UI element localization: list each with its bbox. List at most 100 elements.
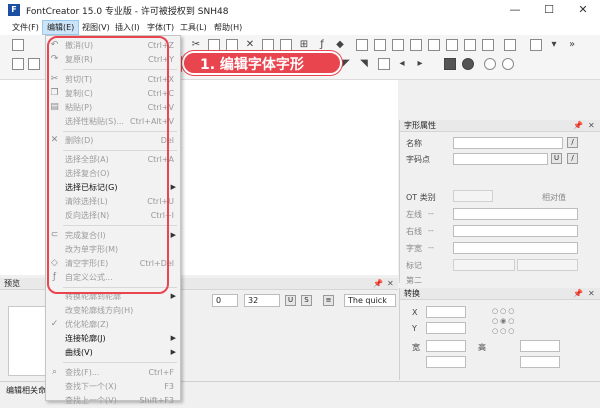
box-tool-icon[interactable] bbox=[446, 39, 458, 51]
new-file-icon[interactable] bbox=[12, 39, 24, 51]
x-field[interactable] bbox=[426, 306, 466, 318]
unicode-button[interactable]: U bbox=[551, 153, 562, 164]
mark-select-2[interactable] bbox=[517, 259, 578, 271]
codepoint-field[interactable] bbox=[453, 153, 548, 165]
pin-icon[interactable]: 📌 bbox=[573, 120, 583, 132]
transform-close-icon[interactable]: ✕ bbox=[588, 288, 595, 300]
codepoint-label: 字码点 bbox=[406, 155, 430, 164]
paste-tool-icon[interactable] bbox=[226, 39, 238, 51]
p-tool-icon[interactable] bbox=[356, 39, 368, 51]
image-tool-icon[interactable] bbox=[374, 39, 386, 51]
menu-insert[interactable]: 插入(I) bbox=[111, 20, 144, 35]
grid-tool-icon[interactable] bbox=[262, 39, 274, 51]
maximize-button[interactable]: ☐ bbox=[532, 0, 566, 20]
menu-item-optimize-contour[interactable]: ✓ 优化轮廓(Z) bbox=[46, 317, 180, 332]
arrow-left-icon[interactable]: ◂ bbox=[396, 58, 408, 70]
width-suffix: -- bbox=[428, 243, 434, 252]
mark-label: 标记 bbox=[406, 261, 422, 270]
rotate-field[interactable] bbox=[426, 356, 466, 368]
arrow-right-icon[interactable]: ▸ bbox=[414, 58, 426, 70]
preview-text-field[interactable]: The quick bbox=[344, 294, 396, 307]
menu-view[interactable]: 视图(V) bbox=[78, 20, 114, 35]
glyph-tool-icon[interactable]: ⊞ bbox=[298, 39, 310, 51]
right-label: 右线 bbox=[406, 227, 422, 236]
skew-field[interactable] bbox=[520, 356, 560, 368]
menu-bar: 文件(F) 编辑(E) 视图(V) 插入(I) 字体(T) 工具(L) 帮助(H… bbox=[0, 20, 600, 36]
node-icon[interactable]: ◥ bbox=[358, 58, 370, 70]
filled-circle-icon[interactable] bbox=[462, 58, 474, 70]
submenu-arrow-icon: ▶ bbox=[170, 183, 176, 191]
anchor-grid-icon[interactable]: ○○○ ○◉○ ○○○ bbox=[492, 306, 522, 336]
close-button[interactable]: ✕ bbox=[566, 0, 600, 20]
mark-select-1[interactable] bbox=[453, 259, 515, 271]
minimize-button[interactable]: — bbox=[498, 0, 532, 20]
height-t-field[interactable] bbox=[520, 340, 560, 352]
transform-pin-icon[interactable]: 📌 bbox=[573, 288, 583, 300]
relative-label: 相对值 bbox=[542, 193, 566, 202]
left-suffix: -- bbox=[428, 209, 434, 218]
formula-tool-icon[interactable]: ƒ bbox=[316, 39, 328, 51]
filled-rect-icon[interactable] bbox=[444, 58, 456, 70]
left-label: 左线 bbox=[406, 210, 422, 219]
y-field[interactable] bbox=[426, 322, 466, 334]
menu-item-find[interactable]: ⌕ 查找(F)... Ctrl+F bbox=[46, 365, 180, 380]
rectangle-select-icon[interactable] bbox=[12, 58, 24, 70]
menu-item-curve[interactable]: 曲线(V) ▶ bbox=[46, 345, 180, 360]
scissors-icon[interactable]: ✂ bbox=[190, 39, 202, 51]
window-tool-icon[interactable] bbox=[482, 39, 494, 51]
back-circle-icon[interactable] bbox=[484, 58, 496, 70]
find-icon: ⌕ bbox=[51, 367, 58, 377]
window-title: FontCreator 15.0 专业版 - 许可被授权到 SNH48 bbox=[26, 7, 229, 17]
align-tool-icon[interactable] bbox=[280, 39, 292, 51]
name-field[interactable] bbox=[453, 137, 563, 149]
table-tool-icon[interactable] bbox=[410, 39, 422, 51]
menu-help[interactable]: 帮助(H) bbox=[210, 20, 246, 35]
preview-underline-button[interactable]: U bbox=[285, 295, 296, 306]
name-edit-button[interactable]: / bbox=[567, 137, 578, 148]
preview-pin-icon[interactable]: 📌 bbox=[373, 278, 383, 290]
right-field[interactable] bbox=[453, 225, 578, 237]
preview-strike-button[interactable]: S bbox=[301, 295, 312, 306]
menu-item-change-direction[interactable]: 改变轮廓线方向(H) bbox=[46, 303, 180, 318]
frame-tool-icon[interactable] bbox=[428, 39, 440, 51]
preview-size2-field[interactable]: 32 bbox=[244, 294, 280, 307]
ot-class-select[interactable] bbox=[453, 190, 493, 202]
menu-edit[interactable]: 编辑(E) bbox=[42, 20, 80, 35]
transform-panel: 转换 📌 ✕ X Y 宽 高 ○○○ ○◉○ ○○○ bbox=[399, 288, 600, 380]
optimize-icon: ✓ bbox=[50, 319, 59, 329]
width-t-field[interactable] bbox=[426, 340, 466, 352]
preview-options-button[interactable]: ≡ bbox=[323, 295, 334, 306]
menu-separator bbox=[63, 362, 177, 363]
submenu-arrow-icon: ▶ bbox=[170, 292, 176, 300]
screen-tool-icon[interactable] bbox=[464, 39, 476, 51]
delete-tool-icon[interactable]: ✕ bbox=[244, 39, 256, 51]
menu-tools[interactable]: 工具(L) bbox=[176, 20, 211, 35]
glyph-properties-title: 字形属性 bbox=[400, 120, 600, 132]
preview-size-field[interactable]: 0 bbox=[212, 294, 238, 307]
close-icon[interactable]: ✕ bbox=[588, 120, 595, 132]
width-field[interactable] bbox=[453, 242, 578, 254]
export-tool-icon[interactable] bbox=[530, 39, 542, 51]
menu-file[interactable]: 文件(F) bbox=[8, 20, 43, 35]
ot-class-label: OT 类别 bbox=[406, 193, 436, 202]
transform-title: 转换 bbox=[400, 288, 600, 300]
x-label: X bbox=[412, 308, 418, 317]
check-tool-icon[interactable] bbox=[392, 39, 404, 51]
preview-area bbox=[8, 306, 48, 376]
eraser-tool-icon[interactable]: ◆ bbox=[334, 39, 346, 51]
chevron-down-icon[interactable]: ▾ bbox=[548, 39, 560, 51]
status-text: 编辑相关命 bbox=[6, 386, 46, 395]
menu-item-connect-contour[interactable]: 连接轮廓(J) ▶ bbox=[46, 331, 180, 346]
left-field[interactable] bbox=[453, 208, 578, 220]
menu-font[interactable]: 字体(T) bbox=[143, 20, 178, 35]
copy-tool-icon[interactable] bbox=[208, 39, 220, 51]
document-tool-icon[interactable] bbox=[504, 39, 516, 51]
preview-close-icon[interactable]: ✕ bbox=[387, 278, 394, 290]
codepoint-edit-button[interactable]: / bbox=[567, 153, 578, 164]
menu-item-find-next[interactable]: 查找下一个(X) F3 bbox=[46, 379, 180, 394]
more-tools-icon[interactable]: » bbox=[566, 39, 578, 51]
shape-icon[interactable] bbox=[28, 58, 40, 70]
submenu-arrow-icon: ▶ bbox=[170, 334, 176, 342]
picture-icon[interactable] bbox=[378, 58, 390, 70]
forward-circle-icon[interactable] bbox=[502, 58, 514, 70]
